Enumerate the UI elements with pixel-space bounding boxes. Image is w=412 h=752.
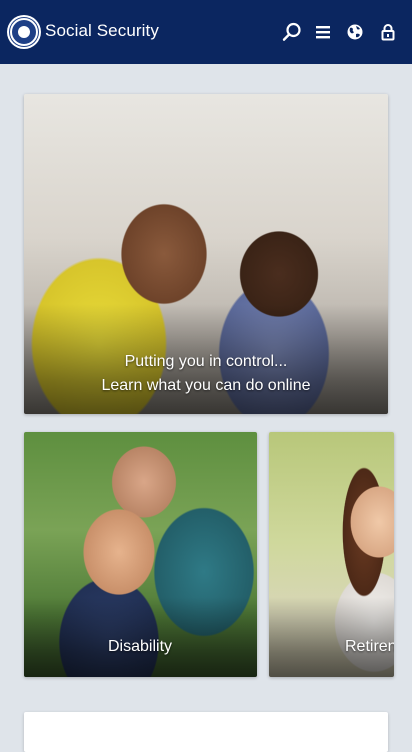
tile-disability[interactable]: Disability [24, 432, 257, 677]
tile-gradient-overlay [269, 597, 394, 677]
site-title[interactable]: Social Security [45, 21, 159, 41]
hero-caption: Putting you in control... Learn what you… [24, 350, 388, 398]
ssa-seal-logo[interactable] [7, 15, 41, 49]
hero-card-online-services[interactable]: Putting you in control... Learn what you… [24, 94, 388, 414]
seal-ring [10, 18, 38, 46]
tile-gradient-overlay [24, 597, 257, 677]
top-app-bar: Social Security [0, 0, 412, 64]
menu-icon[interactable] [311, 20, 335, 44]
search-icon[interactable] [280, 20, 304, 44]
hero-caption-line2: Learn what you can do online [101, 377, 311, 394]
globe-icon[interactable] [343, 20, 367, 44]
lock-icon[interactable] [376, 20, 400, 44]
tile-label-disability: Disability [108, 638, 173, 655]
tile-label-retirement: Retiren [345, 638, 394, 655]
next-content-card [24, 712, 388, 752]
seal-emblem [18, 26, 30, 38]
hero-caption-line1: Putting you in control... [124, 353, 288, 370]
tile-retirement[interactable]: Retiren [269, 432, 394, 677]
